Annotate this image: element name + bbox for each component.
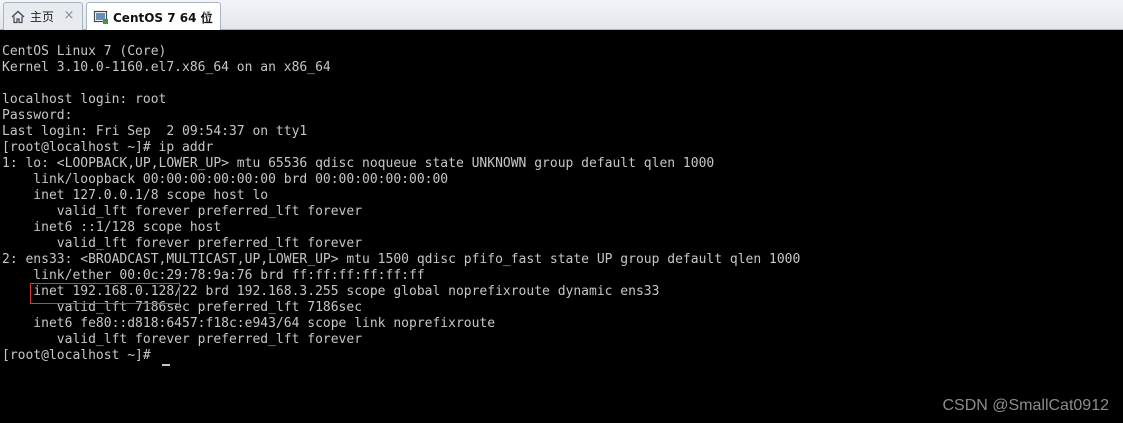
tab-home-label: 主页 — [30, 10, 55, 24]
terminal-line: [root@localhost ~]# ip addr — [2, 140, 214, 155]
terminal-line: valid_lft forever preferred_lft forever — [2, 204, 363, 219]
terminal-line: valid_lft forever preferred_lft forever — [2, 236, 363, 251]
terminal-line: inet 127.0.0.1/8 scope host lo — [2, 188, 269, 203]
terminal-line: inet6 fe80::d818:6457:f18c:e943/64 scope… — [2, 316, 496, 331]
vm-console[interactable]: CentOS Linux 7 (Core) Kernel 3.10.0-1160.… — [0, 30, 1123, 423]
close-icon[interactable]: × — [62, 9, 76, 23]
terminal-line: 2: ens33: <BROADCAST,MULTICAST,UP,LOWER_… — [2, 252, 801, 267]
terminal-line: CentOS Linux 7 (Core) — [2, 44, 167, 59]
terminal-line: link/ether 00:0c:29:78:9a:76 brd ff:ff:f… — [2, 268, 425, 283]
terminal-line: Kernel 3.10.0-1160.el7.x86_64 on an x86_… — [2, 60, 331, 75]
terminal-line: [root@localhost ~]# — [2, 348, 159, 363]
text-cursor — [162, 364, 170, 366]
ip-highlight-box — [30, 283, 180, 304]
close-icon[interactable]: × — [200, 9, 214, 23]
watermark: CSDN @SmallCat0912 — [942, 397, 1109, 414]
tab-vm-label: CentOS 7 64 位 — [113, 10, 213, 25]
tab-centos-vm[interactable]: CentOS 7 64 位 × — [86, 2, 221, 31]
home-icon — [10, 9, 26, 25]
terminal-line: inet6 ::1/128 scope host — [2, 220, 222, 235]
vm-icon — [93, 9, 109, 25]
terminal-line: localhost login: root — [2, 92, 167, 107]
terminal-line: link/loopback 00:00:00:00:00:00 brd 00:0… — [2, 172, 449, 187]
tab-home[interactable]: 主页 × — [3, 2, 83, 30]
terminal-line: 1: lo: <LOOPBACK,UP,LOWER_UP> mtu 65536 … — [2, 156, 715, 171]
terminal-line: valid_lft forever preferred_lft forever — [2, 332, 363, 347]
terminal-line: Last login: Fri Sep 2 09:54:37 on tty1 — [2, 124, 308, 139]
tab-bar: 主页 × CentOS 7 64 位 × — [0, 0, 1123, 31]
terminal-line: Password: — [2, 108, 73, 123]
